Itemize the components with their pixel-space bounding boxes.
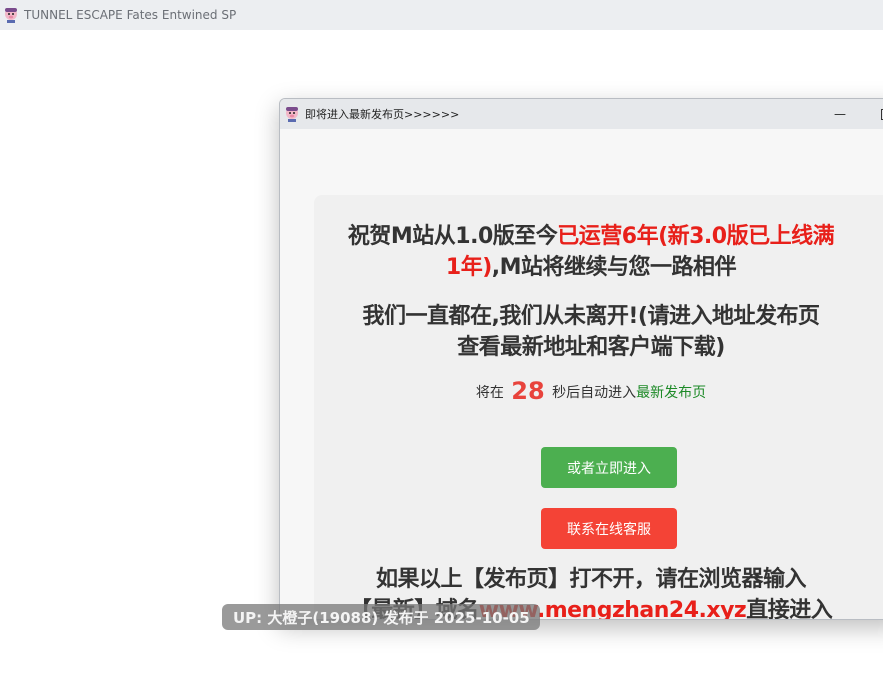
- app-title-bar: TUNNEL ESCAPE Fates Entwined SP: [0, 0, 883, 30]
- uploader-watermark: UP: 大橙子(19088) 发布于 2025-10-05: [222, 604, 540, 630]
- release-page-link[interactable]: 最新发布页: [636, 385, 706, 401]
- anniversary-headline: 祝贺M站从1.0版至今已运营6年(新3.0版已上线满 1年),M站将继续与您一路…: [314, 221, 868, 283]
- pig-icon: [284, 106, 300, 122]
- redirect-popup-window: 即将进入最新发布页>>>>>> — 祝贺M站从1.0版至今已运营6年(新3.0版…: [279, 98, 883, 620]
- pig-icon: [3, 7, 19, 23]
- notice-text: 我们一直都在,我们从未离开!(请进入地址发布页: [362, 304, 820, 329]
- countdown-seconds: 28: [511, 377, 545, 405]
- countdown-suffix: 秒后自动进入: [552, 385, 637, 401]
- countdown-prefix: 将在: [475, 385, 504, 401]
- fallback-text: 直接进入: [746, 598, 833, 620]
- notice-headline: 我们一直都在,我们从未离开!(请进入地址发布页 查看最新地址和客户端下载): [314, 301, 868, 363]
- headline-highlight: 1年): [445, 255, 492, 280]
- fallback-text: 如果以上【发布页】打不开，请在浏览器输入: [375, 567, 807, 592]
- minimize-button[interactable]: —: [820, 99, 860, 129]
- app-title: TUNNEL ESCAPE Fates Entwined SP: [24, 8, 237, 22]
- countdown-text: 将在 28 秒后自动进入最新发布页: [314, 377, 868, 405]
- contact-support-button[interactable]: 联系在线客服: [541, 508, 677, 549]
- headline-text: ,M站将继续与您一路相伴: [491, 255, 737, 280]
- popup-title: 即将进入最新发布页>>>>>>: [305, 108, 460, 121]
- minimize-icon: —: [834, 107, 846, 121]
- headline-text: 祝贺M站从1.0版至今: [347, 224, 558, 249]
- maximize-button[interactable]: [866, 99, 883, 129]
- popup-title-bar[interactable]: 即将进入最新发布页>>>>>> —: [280, 99, 883, 129]
- content-card: 祝贺M站从1.0版至今已运营6年(新3.0版已上线满 1年),M站将继续与您一路…: [314, 195, 883, 620]
- enter-now-button[interactable]: 或者立即进入: [541, 447, 677, 488]
- headline-highlight: 已运营6年(新3.0版已上线满: [557, 224, 835, 249]
- notice-text: 查看最新地址和客户端下载): [457, 335, 725, 360]
